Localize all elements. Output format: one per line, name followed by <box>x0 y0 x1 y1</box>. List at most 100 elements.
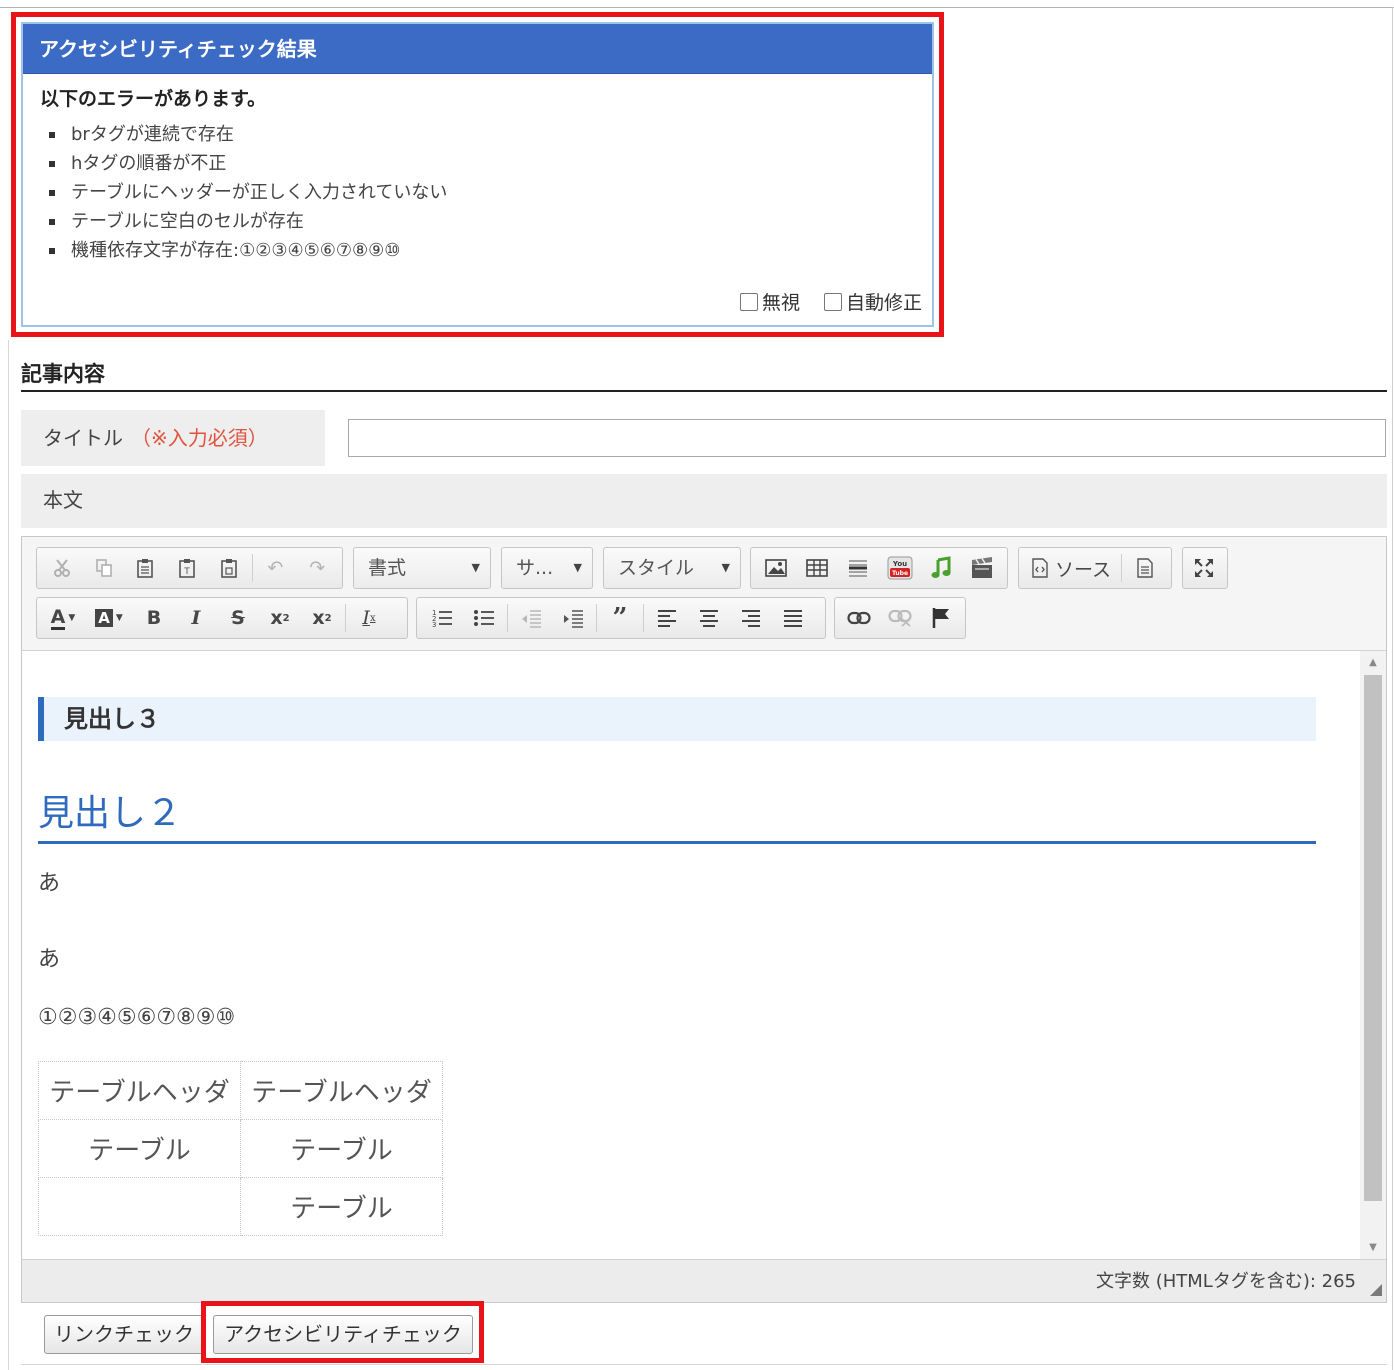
scroll-up-icon[interactable]: ▲ <box>1360 657 1386 668</box>
table-icon[interactable] <box>796 548 837 588</box>
video-icon[interactable] <box>962 548 1003 588</box>
blockquote-icon[interactable]: ” <box>599 598 641 638</box>
toolbar-separator <box>507 604 508 632</box>
right-border <box>1392 7 1393 1370</box>
audio-icon[interactable] <box>920 548 961 588</box>
link-icon[interactable] <box>839 598 880 638</box>
background-color-icon[interactable]: A ▼ <box>85 598 133 638</box>
link-check-button[interactable]: リンクチェック <box>44 1315 204 1354</box>
required-note: （※入力必須） <box>131 426 268 450</box>
toolbar-separator <box>643 604 644 632</box>
document-icon[interactable] <box>1124 548 1166 588</box>
paragraph: ①②③④⑤⑥⑦⑧⑨⑩ <box>38 1005 236 1030</box>
error-item: テーブルに空白のセルが存在 <box>49 207 447 236</box>
autofix-option[interactable]: 自動修正 <box>823 288 922 315</box>
bulleted-list-icon[interactable] <box>463 598 505 638</box>
numbered-list-icon[interactable]: 123 <box>421 598 463 638</box>
ignore-option[interactable]: 無視 <box>739 288 800 315</box>
title-label-cell: タイトル （※入力必須） <box>21 410 325 466</box>
redo-icon[interactable]: ↷ <box>296 548 338 588</box>
svg-text:You: You <box>892 560 907 568</box>
table-row: テーブル <box>38 1177 443 1236</box>
error-list: brタグが連続で存在 hタグの順番が不正 テーブルにヘッダーが正しく入力されてい… <box>49 120 447 265</box>
ignore-label: 無視 <box>761 292 800 314</box>
error-item: brタグが連続で存在 <box>49 120 447 149</box>
editor-status-bar: 文字数 (HTMLタグを含む): 265 <box>22 1259 1386 1302</box>
align-left-icon[interactable] <box>646 598 688 638</box>
toolbar-separator <box>251 554 253 582</box>
ignore-checkbox[interactable] <box>739 292 758 311</box>
table-row: テーブルヘッダ テーブルヘッダ <box>38 1061 443 1120</box>
maximize-icon[interactable] <box>1183 548 1225 588</box>
chevron-down-icon: ▼ <box>721 561 730 574</box>
svg-text:T: T <box>183 567 190 577</box>
cut-icon[interactable] <box>41 548 83 588</box>
editor-scrollbar[interactable]: ▲ ▼ <box>1360 651 1386 1259</box>
size-dropdown[interactable]: サ... ▼ <box>501 547 593 589</box>
paragraph: あ <box>38 871 61 896</box>
heading-2: 見出し２ <box>38 789 1316 844</box>
align-right-icon[interactable] <box>730 598 772 638</box>
char-count: 文字数 (HTMLタグを含む): 265 <box>1096 1271 1356 1292</box>
table-row: テーブル テーブル <box>38 1119 443 1178</box>
paste-text-icon[interactable]: T <box>166 548 208 588</box>
svg-text:3: 3 <box>432 621 436 628</box>
outdent-icon[interactable] <box>510 598 552 638</box>
accessibility-result-title: アクセシビリティチェック結果 <box>23 24 932 74</box>
title-input[interactable] <box>348 419 1386 457</box>
title-label: タイトル <box>43 426 123 450</box>
top-border <box>0 7 1394 8</box>
error-item: hタグの順番が不正 <box>49 149 447 178</box>
unlink-icon[interactable] <box>880 598 921 638</box>
accessibility-result-lead: 以下のエラーがあります。 <box>40 88 267 110</box>
paragraph: あ <box>38 947 61 972</box>
format-dropdown-label: 書式 <box>368 557 407 579</box>
highlight-frame-button <box>201 1301 484 1363</box>
editor-toolbar: T ↶ ↷ 書式 ▼ サ... ▼ スタイル ▼ You Tube ソース A … <box>22 537 1386 651</box>
section-title: 記事内容 <box>21 362 105 386</box>
indent-icon[interactable] <box>552 598 594 638</box>
align-center-icon[interactable] <box>688 598 730 638</box>
bottom-border <box>21 1364 1387 1365</box>
style-dropdown[interactable]: スタイル ▼ <box>603 547 741 589</box>
copy-icon[interactable] <box>83 548 125 588</box>
anchor-flag-icon[interactable] <box>920 598 961 638</box>
svg-text:Tube: Tube <box>892 570 908 577</box>
scroll-down-icon[interactable]: ▼ <box>1360 1242 1386 1253</box>
editor-content[interactable]: 見出し３ 見出し２ あ あ ①②③④⑤⑥⑦⑧⑨⑩ テーブルヘッダ テーブルヘッダ… <box>22 651 1360 1259</box>
horizontal-rule-icon[interactable] <box>838 548 879 588</box>
scrollbar-thumb[interactable] <box>1364 675 1382 1201</box>
link-group <box>834 597 966 639</box>
insert-group: You Tube <box>750 547 1008 589</box>
undo-icon[interactable]: ↶ <box>255 548 297 588</box>
remove-format-icon[interactable]: Ix <box>348 598 390 638</box>
text-style-group: A ▼ A ▼ B I S x2 x2 Ix <box>36 597 408 639</box>
toolbar-separator <box>596 604 597 632</box>
autofix-checkbox[interactable] <box>823 292 842 311</box>
rich-text-editor: T ↶ ↷ 書式 ▼ サ... ▼ スタイル ▼ You Tube ソース A … <box>21 536 1387 1303</box>
align-justify-icon[interactable] <box>772 598 814 638</box>
format-dropdown[interactable]: 書式 ▼ <box>353 547 491 589</box>
toolbar-separator <box>1121 554 1123 582</box>
body-label: 本文 <box>21 474 1387 528</box>
style-dropdown-label: スタイル <box>618 557 695 579</box>
italic-icon[interactable]: I <box>175 598 217 638</box>
youtube-icon[interactable]: You Tube <box>879 548 920 588</box>
accessibility-result-panel: アクセシビリティチェック結果 以下のエラーがあります。 brタグが連続で存在 h… <box>21 22 934 327</box>
resize-handle-icon[interactable] <box>1370 1284 1382 1296</box>
error-item: テーブルにヘッダーが正しく入力されていない <box>49 178 447 207</box>
superscript-icon[interactable]: x2 <box>301 598 343 638</box>
table-cell: テーブル <box>240 1177 443 1236</box>
paste-icon[interactable] <box>124 548 166 588</box>
source-button[interactable]: ソース <box>1023 548 1119 588</box>
image-icon[interactable] <box>755 548 796 588</box>
result-options: 無視 自動修正 <box>739 288 922 315</box>
paste-word-icon[interactable] <box>208 548 250 588</box>
table-cell <box>38 1177 241 1236</box>
autofix-label: 自動修正 <box>845 292 922 314</box>
source-button-label: ソース <box>1055 558 1112 581</box>
strikethrough-icon[interactable]: S <box>217 598 259 638</box>
text-color-icon[interactable]: A ▼ <box>41 598 85 638</box>
bold-icon[interactable]: B <box>133 598 175 638</box>
subscript-icon[interactable]: x2 <box>259 598 301 638</box>
